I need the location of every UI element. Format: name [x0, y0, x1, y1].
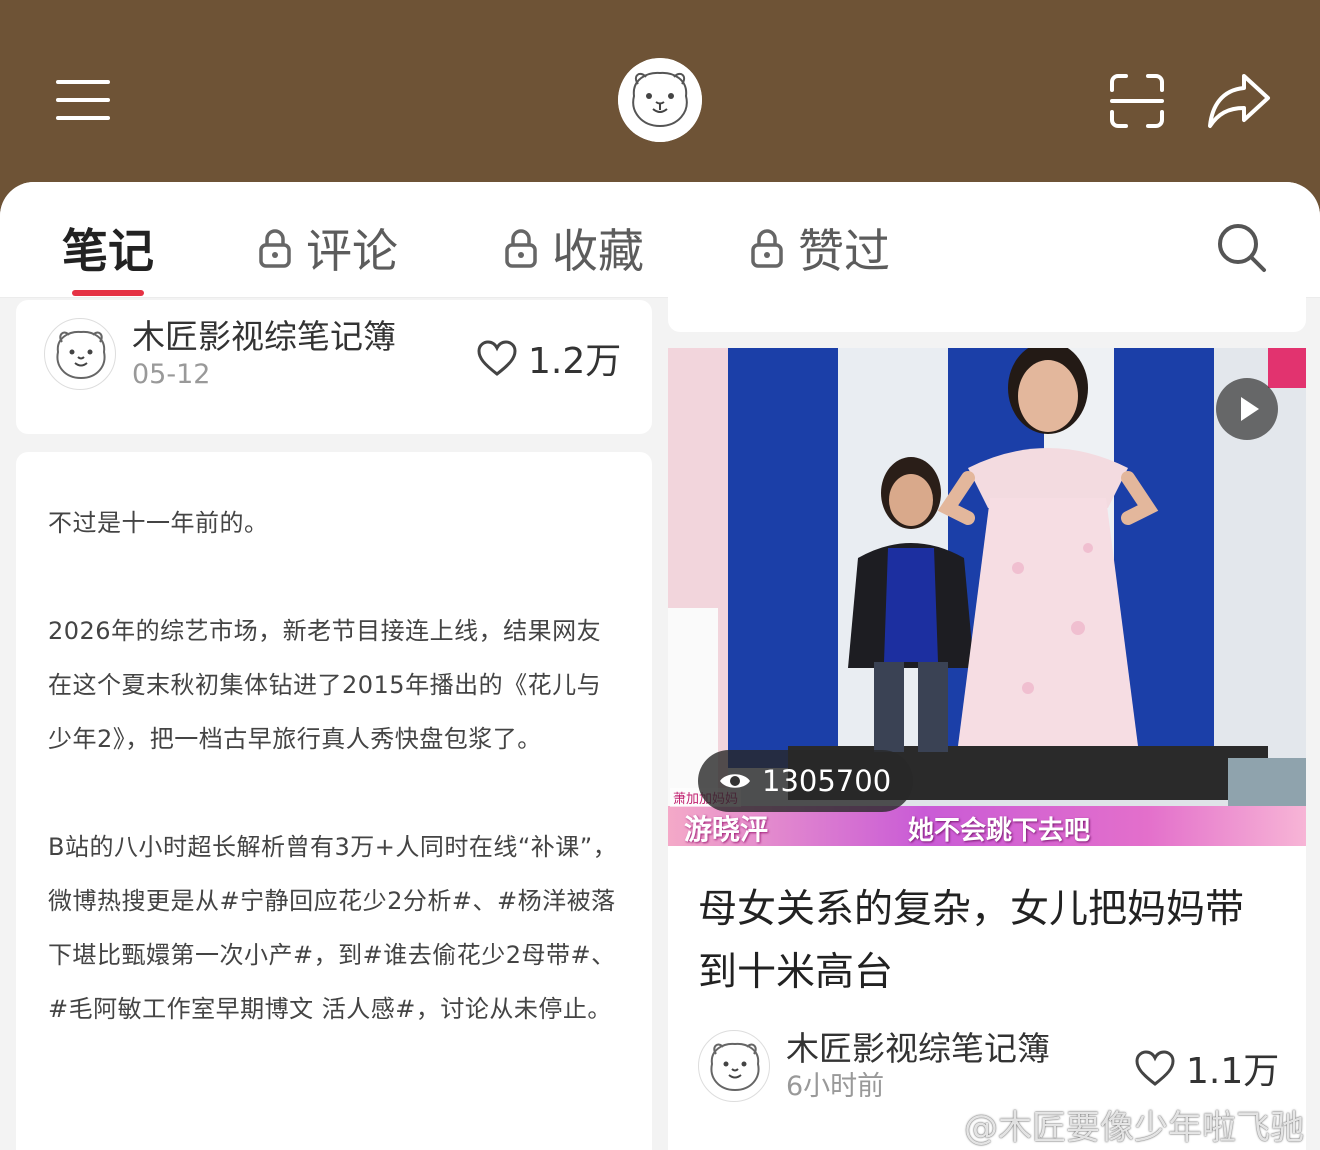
weibo-watermark: @木匠要像少年啦飞驰: [910, 1100, 1304, 1149]
post-date: 05-12: [132, 359, 211, 390]
video-thumbnail[interactable]: 萧加加妈妈 游晓泙 她不会跳下去吧 1305700: [668, 348, 1306, 846]
tab-liked[interactable]: 赞过: [750, 218, 890, 278]
active-tab-indicator: [72, 290, 144, 296]
author-meta: 木匠影视综笔记簿 6小时前: [786, 1028, 1050, 1104]
menu-icon-bar: [56, 98, 110, 102]
lock-icon: [259, 229, 291, 268]
watermark-text: @木匠要像少年啦飞驰: [964, 1108, 1304, 1148]
tab-notes[interactable]: 笔记: [62, 218, 154, 278]
profile-avatar[interactable]: [618, 58, 702, 142]
share-icon: [1208, 74, 1270, 128]
caption-person-name: 游晓泙: [684, 813, 769, 846]
bear-avatar-icon: [618, 58, 702, 142]
scan-icon: [1110, 74, 1164, 128]
tab-bar: 笔记 评论 收藏 赞过: [0, 182, 1320, 298]
author-row[interactable]: 木匠影视综笔记簿 05-12: [44, 316, 396, 392]
play-icon: [1241, 397, 1259, 421]
author-avatar: [44, 318, 116, 390]
author-name: 木匠影视综笔记簿: [132, 317, 396, 356]
tab-comments[interactable]: 评论: [258, 218, 398, 278]
post-paragraph: B站的八小时超长解析曾有3万+人同时在线“补课”，微博热搜更是从#宁静回应花少2…: [48, 833, 618, 1023]
eye-icon: [720, 774, 750, 788]
author-row[interactable]: 木匠影视综笔记簿 6小时前: [698, 1028, 1050, 1104]
video-caption-bar: 萧加加妈妈 游晓泙 她不会跳下去吧: [668, 788, 1306, 846]
heart-icon: [1135, 1050, 1175, 1086]
lock-icon: [505, 229, 537, 268]
bear-avatar-icon: [710, 1042, 760, 1092]
note-text-card[interactable]: 不过是十一年前的。 2026年的综艺市场，新老节目接连上线，结果网友在这个夏末秋…: [16, 452, 652, 1150]
caption-subtitle: 她不会跳下去吧: [908, 816, 1091, 846]
like-count: 1.2万: [528, 341, 622, 382]
tab-liked-label: 赞过: [798, 224, 890, 278]
menu-icon-bar: [56, 116, 110, 120]
weibo-icon: [911, 1111, 954, 1141]
post-paragraph: 2026年的综艺市场，新老节目接连上线，结果网友在这个夏末秋初集体钻进了2015…: [48, 617, 602, 753]
view-count-badge: 1305700: [698, 750, 914, 812]
menu-icon-bar: [56, 80, 110, 84]
search-button[interactable]: [1216, 222, 1268, 274]
author-name: 木匠影视综笔记簿: [786, 1029, 1050, 1068]
bear-avatar-icon: [56, 330, 106, 380]
like-button[interactable]: 1.1万: [1134, 1042, 1279, 1094]
content-panel: 笔记 评论 收藏 赞过 木匠影视综笔记簿 05-12 1.2万 不过是十一年前的…: [0, 182, 1320, 1150]
tab-favorites-label: 收藏: [552, 224, 644, 278]
like-count: 1.1万: [1186, 1051, 1280, 1092]
top-header: [0, 0, 1320, 200]
heart-icon: [477, 340, 517, 376]
post-body: 不过是十一年前的。 2026年的综艺市场，新老节目接连上线，结果网友在这个夏末秋…: [48, 496, 622, 1090]
note-card-stub[interactable]: [668, 292, 1306, 332]
tab-favorites[interactable]: 收藏: [504, 218, 644, 278]
share-button[interactable]: [1206, 70, 1272, 130]
author-avatar: [698, 1030, 770, 1102]
tab-comments-label: 评论: [306, 224, 398, 278]
post-time: 6小时前: [786, 1071, 885, 1102]
note-card-footer[interactable]: 木匠影视综笔记簿 05-12 1.2万: [16, 300, 652, 434]
search-icon: [1218, 224, 1266, 272]
tab-notes-label: 笔记: [62, 224, 154, 278]
menu-button[interactable]: [56, 80, 112, 124]
post-paragraph: 不过是十一年前的。: [48, 509, 269, 537]
like-button[interactable]: 1.2万: [476, 332, 621, 384]
view-count: 1305700: [762, 764, 892, 798]
author-meta: 木匠影视综笔记簿 05-12: [132, 316, 396, 392]
scan-button[interactable]: [1108, 72, 1166, 130]
lock-icon: [751, 229, 783, 268]
note-title[interactable]: 母女关系的复杂，女儿把妈妈带到十米高台: [698, 878, 1278, 1004]
play-button[interactable]: [1216, 378, 1278, 440]
